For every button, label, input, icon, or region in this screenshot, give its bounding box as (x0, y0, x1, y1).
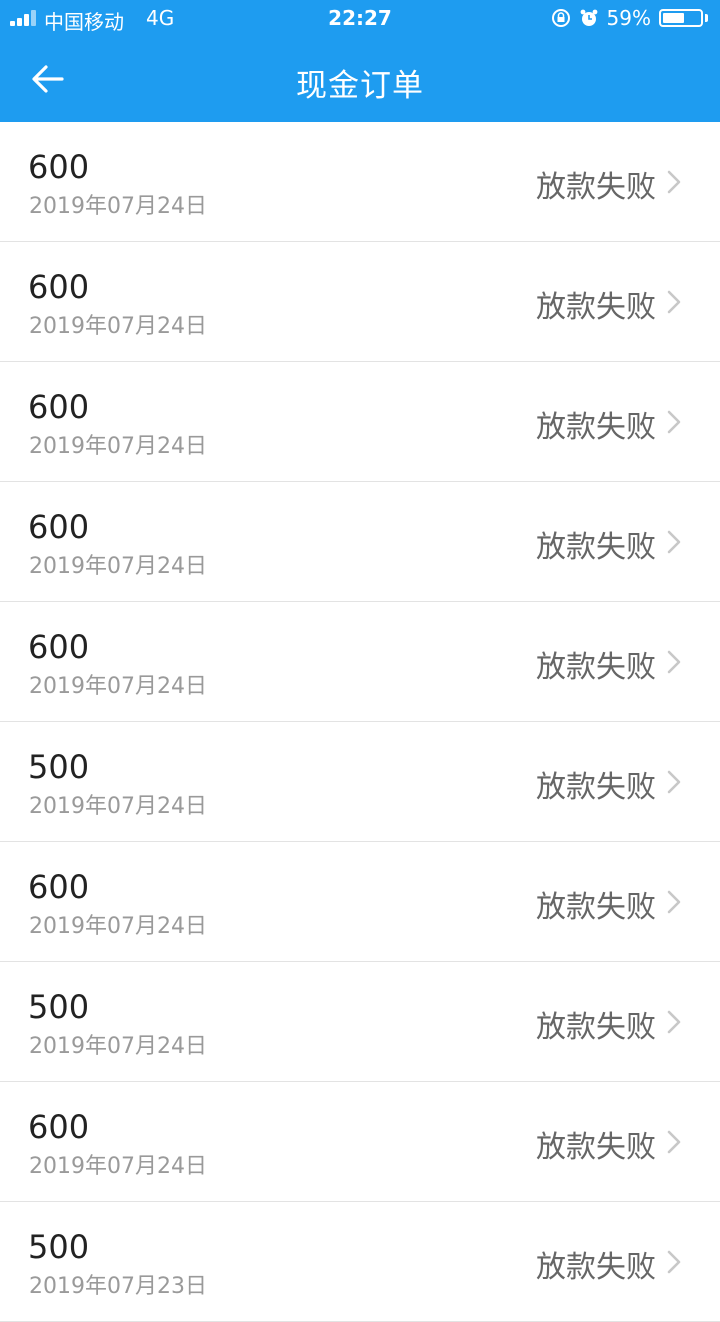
order-row[interactable]: 500 2019年07月24日 放款失败 (0, 962, 720, 1082)
battery-icon (659, 9, 703, 27)
order-status: 放款失败 (536, 410, 656, 445)
alarm-icon (580, 9, 597, 26)
rotation-lock-icon (551, 9, 570, 27)
order-amount: 600 (28, 508, 90, 546)
chevron-right-icon (667, 890, 681, 914)
order-date: 2019年07月24日 (29, 314, 207, 339)
order-status: 放款失败 (536, 290, 656, 325)
chevron-right-icon (667, 1130, 681, 1154)
chevron-right-icon (667, 290, 681, 314)
header-bar: 现金订单 (0, 36, 720, 122)
order-row[interactable]: 600 2019年07月24日 放款失败 (0, 122, 720, 242)
order-date: 2019年07月24日 (29, 434, 207, 459)
order-amount: 500 (28, 748, 90, 786)
order-status: 放款失败 (536, 1010, 656, 1045)
order-amount: 600 (28, 868, 90, 906)
order-date: 2019年07月24日 (29, 674, 207, 699)
chevron-right-icon (667, 1250, 681, 1274)
order-row[interactable]: 600 2019年07月24日 放款失败 (0, 842, 720, 962)
order-date: 2019年07月24日 (29, 1154, 207, 1179)
order-status: 放款失败 (536, 890, 656, 925)
chevron-right-icon (667, 170, 681, 194)
order-date: 2019年07月24日 (29, 1034, 207, 1059)
order-row[interactable]: 600 2019年07月24日 放款失败 (0, 482, 720, 602)
order-date: 2019年07月24日 (29, 554, 207, 579)
order-date: 2019年07月24日 (29, 194, 207, 219)
order-amount: 500 (28, 1228, 90, 1266)
order-list: 600 2019年07月24日 放款失败 600 2019年07月24日 放款失… (0, 122, 720, 1322)
page-title: 现金订单 (296, 68, 424, 104)
order-row[interactable]: 600 2019年07月24日 放款失败 (0, 1082, 720, 1202)
order-row[interactable]: 500 2019年07月23日 放款失败 (0, 1202, 720, 1322)
order-amount: 600 (28, 1108, 90, 1146)
chevron-right-icon (667, 650, 681, 674)
order-row[interactable]: 600 2019年07月24日 放款失败 (0, 362, 720, 482)
order-date: 2019年07月24日 (29, 914, 207, 939)
order-amount: 600 (28, 388, 90, 426)
chevron-right-icon (667, 530, 681, 554)
order-status: 放款失败 (536, 650, 656, 685)
chevron-right-icon (667, 1010, 681, 1034)
order-row[interactable]: 600 2019年07月24日 放款失败 (0, 242, 720, 362)
order-status: 放款失败 (536, 770, 656, 805)
order-status: 放款失败 (536, 1250, 656, 1285)
order-status: 放款失败 (536, 530, 656, 565)
status-bar: 中国移动 4G 22:27 59% (0, 0, 720, 36)
battery-percent: 59% (606, 6, 651, 30)
order-amount: 600 (28, 148, 90, 186)
order-row[interactable]: 500 2019年07月24日 放款失败 (0, 722, 720, 842)
order-status: 放款失败 (536, 1130, 656, 1165)
order-row[interactable]: 600 2019年07月24日 放款失败 (0, 602, 720, 722)
order-date: 2019年07月24日 (29, 794, 207, 819)
chevron-right-icon (667, 410, 681, 434)
order-amount: 600 (28, 268, 90, 306)
order-status: 放款失败 (536, 170, 656, 205)
chevron-right-icon (667, 770, 681, 794)
order-amount: 600 (28, 628, 90, 666)
order-date: 2019年07月23日 (29, 1274, 207, 1299)
order-amount: 500 (28, 988, 90, 1026)
